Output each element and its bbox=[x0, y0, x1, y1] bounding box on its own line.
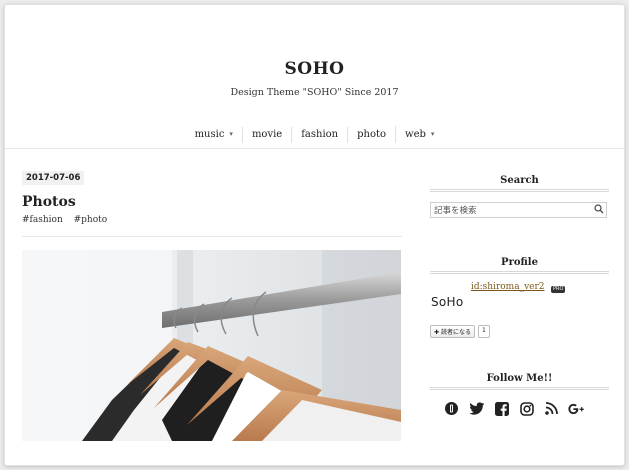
post-image[interactable] bbox=[22, 250, 401, 441]
chevron-down-icon: ▾ bbox=[229, 130, 233, 138]
nav-item-fashion[interactable]: fashion bbox=[291, 126, 347, 143]
rss-icon[interactable] bbox=[543, 400, 560, 417]
tag-link-fashion[interactable]: #fashion bbox=[22, 215, 63, 225]
social-links bbox=[443, 400, 585, 417]
search-widget-title: Search bbox=[500, 175, 539, 186]
facebook-icon[interactable] bbox=[493, 400, 510, 417]
reader-count: 1 bbox=[477, 325, 490, 338]
profile-avatar[interactable]: SoHo bbox=[431, 295, 464, 309]
site-tagline: Design Theme "SOHO" Since 2017 bbox=[230, 87, 399, 98]
nav-item-movie[interactable]: movie bbox=[241, 126, 291, 143]
header-divider bbox=[5, 148, 624, 149]
search-widget-divider bbox=[430, 189, 609, 192]
profile-widget-title: Profile bbox=[501, 257, 538, 268]
site-title[interactable]: SOHO bbox=[5, 59, 624, 79]
post-date: 2017-07-06 bbox=[22, 171, 85, 185]
reader-widget: ✚ 読者になる 1 bbox=[430, 325, 490, 338]
instagram-icon[interactable] bbox=[518, 400, 535, 417]
subscribe-button[interactable]: ✚ 読者になる bbox=[430, 325, 475, 338]
nav-item-photo[interactable]: photo bbox=[347, 126, 395, 143]
post-divider bbox=[22, 236, 402, 237]
hatena-icon[interactable] bbox=[443, 400, 460, 417]
post-title[interactable]: Photos bbox=[22, 194, 76, 210]
follow-widget-divider bbox=[430, 387, 609, 390]
nav-item-music[interactable]: music ▾ bbox=[186, 126, 242, 143]
search-placeholder: 記事を検索 bbox=[434, 206, 477, 216]
chevron-down-icon: ▾ bbox=[430, 130, 435, 138]
profile-id-link[interactable]: id:shiroma_ver2 bbox=[471, 282, 545, 292]
nav-item-web[interactable]: web ▾ bbox=[395, 126, 443, 143]
search-icon[interactable] bbox=[594, 203, 604, 217]
page-frame: SOHO Design Theme "SOHO" Since 2017 musi… bbox=[4, 4, 625, 466]
global-nav: music ▾ movie fashion photo web ▾ bbox=[5, 126, 624, 143]
follow-widget-title: Follow Me!! bbox=[486, 373, 553, 384]
twitter-icon[interactable] bbox=[468, 400, 485, 417]
profile-widget-divider bbox=[430, 271, 609, 274]
post-tags: #fashion #photo bbox=[22, 215, 115, 225]
search-input[interactable]: 記事を検索 bbox=[430, 202, 607, 218]
google-plus-icon[interactable] bbox=[568, 400, 585, 417]
tag-link-photo[interactable]: #photo bbox=[74, 215, 108, 225]
pro-badge: PRO bbox=[551, 286, 566, 293]
